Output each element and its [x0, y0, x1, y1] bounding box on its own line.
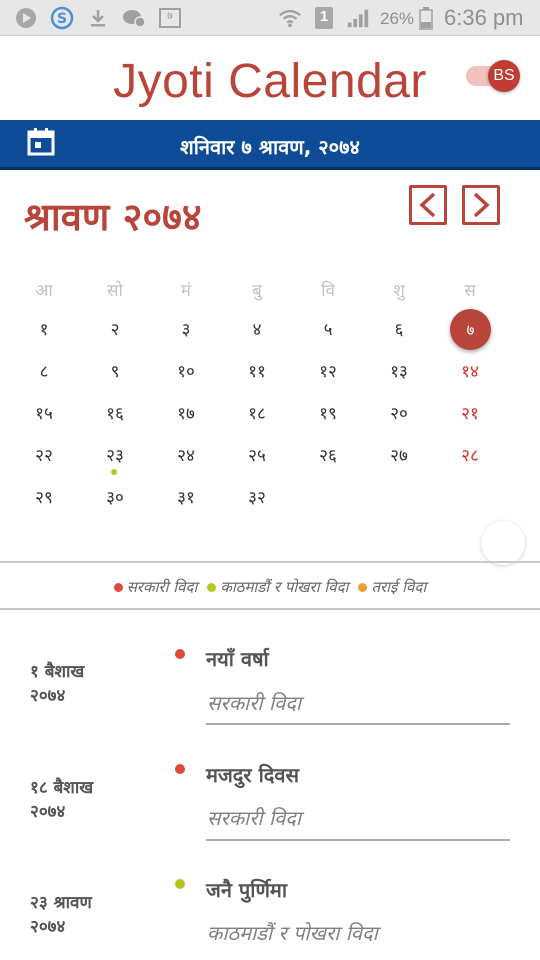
day-cell-saturday[interactable]: १४	[445, 352, 495, 392]
app-title: Jyoti Calendar	[113, 55, 427, 108]
legend-dot-orange	[358, 582, 368, 592]
event-title: नयाँ वर्षा	[206, 647, 269, 671]
weekday-sun: आ	[35, 281, 53, 301]
day-cell[interactable]: २०	[374, 394, 424, 434]
legend-label: काठमाडौं र पोखरा विदा	[220, 578, 349, 596]
event-title: जनै पुर्णिमा	[206, 878, 288, 902]
day-cell[interactable]: १७	[161, 394, 211, 434]
chevron-left-icon	[419, 192, 436, 218]
event-date-year: २०७४	[30, 686, 66, 706]
day-cell[interactable]: २	[90, 310, 140, 350]
wifi-icon	[278, 6, 302, 30]
event-date-day: १ बैशाख	[30, 662, 85, 682]
status-time: 6:36 pm	[444, 5, 524, 30]
chat-bubble-icon	[122, 6, 146, 30]
day-cell[interactable]: २५	[232, 436, 282, 476]
day-cell[interactable]: २९	[19, 478, 69, 518]
legend-label: तराई विदा	[371, 578, 427, 596]
sim-label: 1	[319, 8, 329, 25]
legend-dot-red	[113, 582, 123, 592]
day-cell-saturday[interactable]: २१	[445, 394, 495, 434]
skype-icon: S	[50, 6, 74, 30]
legend-dot-green	[207, 582, 217, 592]
current-date-text: शनिवार ७ श्रावण, २०७४	[180, 135, 360, 159]
day-cell-today[interactable]: ७	[450, 309, 491, 350]
day-cell[interactable]: १०	[161, 352, 211, 392]
next-month-button[interactable]	[462, 185, 500, 225]
event-color-dot	[175, 764, 185, 774]
day-cell[interactable]: ११	[232, 352, 282, 392]
day-cell[interactable]: १	[19, 310, 69, 350]
event-underline	[206, 723, 510, 725]
day-cell[interactable]: ४	[232, 310, 282, 350]
event-date: २३ श्रावण २०७४	[30, 891, 92, 939]
calendar-notif-glyph: ७	[167, 9, 173, 22]
day-cell[interactable]: ९	[90, 352, 140, 392]
weekday-wed: बु	[252, 281, 262, 301]
event-title: मजदुर दिवस	[206, 763, 300, 787]
signal-icon	[346, 6, 370, 30]
day-cell[interactable]: ३२	[232, 478, 282, 518]
event-date-year: २०७४	[30, 802, 66, 822]
day-cell[interactable]: ३०	[90, 478, 140, 518]
event-date: १८ बैशाख २०७४	[30, 776, 93, 824]
event-underline	[206, 839, 510, 841]
calendar-notif-icon: ७	[158, 6, 182, 30]
day-cell[interactable]: ३१	[161, 478, 211, 518]
day-cell[interactable]: १३	[374, 352, 424, 392]
day-cell[interactable]: १६	[90, 394, 140, 434]
day-cell[interactable]: १९	[303, 394, 353, 434]
legend-item-kathmandu-pokhara: काठमाडौं र पोखरा विदा	[207, 577, 348, 597]
day-cell[interactable]: २४	[161, 436, 211, 476]
day-cell[interactable]: ५	[303, 310, 353, 350]
calendar-mode-toggle[interactable]: BS	[488, 60, 520, 92]
event-color-dot	[175, 649, 185, 659]
status-bar: S ७ 1 26% 6:36 pm	[0, 0, 540, 36]
event-date-year: २०७४	[30, 917, 66, 937]
legend-label: सरकारी विदा	[126, 578, 198, 596]
svg-text:S: S	[57, 11, 67, 27]
legend-item-government: सरकारी विदा	[113, 577, 198, 597]
day-cell[interactable]: २७	[374, 436, 424, 476]
event-type: सरकारी विदा	[207, 691, 302, 715]
battery-percent: 26%	[380, 9, 415, 28]
event-color-dot	[175, 879, 185, 889]
divider	[0, 561, 540, 563]
day-cell-saturday[interactable]: २८	[445, 436, 495, 476]
weekday-fri: शु	[393, 281, 405, 301]
divider	[0, 608, 540, 610]
day-cell[interactable]: ६	[374, 310, 424, 350]
day-cell[interactable]: १२	[303, 352, 353, 392]
event-type: सरकारी विदा	[207, 806, 302, 830]
holiday-legend: सरकारी विदा काठमाडौं र पोखरा विदा तराई व…	[0, 577, 540, 597]
play-store-icon	[14, 6, 38, 30]
event-date: १ बैशाख २०७४	[30, 660, 84, 708]
floating-action-button[interactable]	[481, 521, 525, 565]
day-cell[interactable]: १५	[19, 394, 69, 434]
weekday-sat: स	[464, 281, 476, 301]
current-date-bar: शनिवार ७ श्रावण, २०७४	[0, 120, 540, 170]
prev-month-button[interactable]	[409, 185, 447, 225]
sim-icon: 1	[312, 6, 336, 30]
day-cell[interactable]: ८	[19, 352, 69, 392]
holiday-marker-dot	[111, 469, 117, 475]
day-cell[interactable]: २६	[303, 436, 353, 476]
event-type: काठमाडौं र पोखरा विदा	[207, 921, 378, 945]
legend-item-terai: तराई विदा	[358, 577, 426, 597]
chevron-right-icon	[473, 192, 490, 218]
weekday-mon: सो	[107, 281, 123, 301]
event-date-day: २३ श्रावण	[30, 893, 92, 913]
event-date-day: १८ बैशाख	[30, 778, 94, 798]
weekday-tue: मं	[180, 281, 192, 301]
download-icon	[86, 6, 110, 30]
day-cell[interactable]: २२	[19, 436, 69, 476]
day-cell[interactable]: ३	[161, 310, 211, 350]
month-title: श्रावण २०७४	[24, 195, 202, 239]
day-cell[interactable]: १८	[232, 394, 282, 434]
battery-icon	[414, 6, 438, 30]
weekday-thu: वि	[321, 281, 335, 301]
